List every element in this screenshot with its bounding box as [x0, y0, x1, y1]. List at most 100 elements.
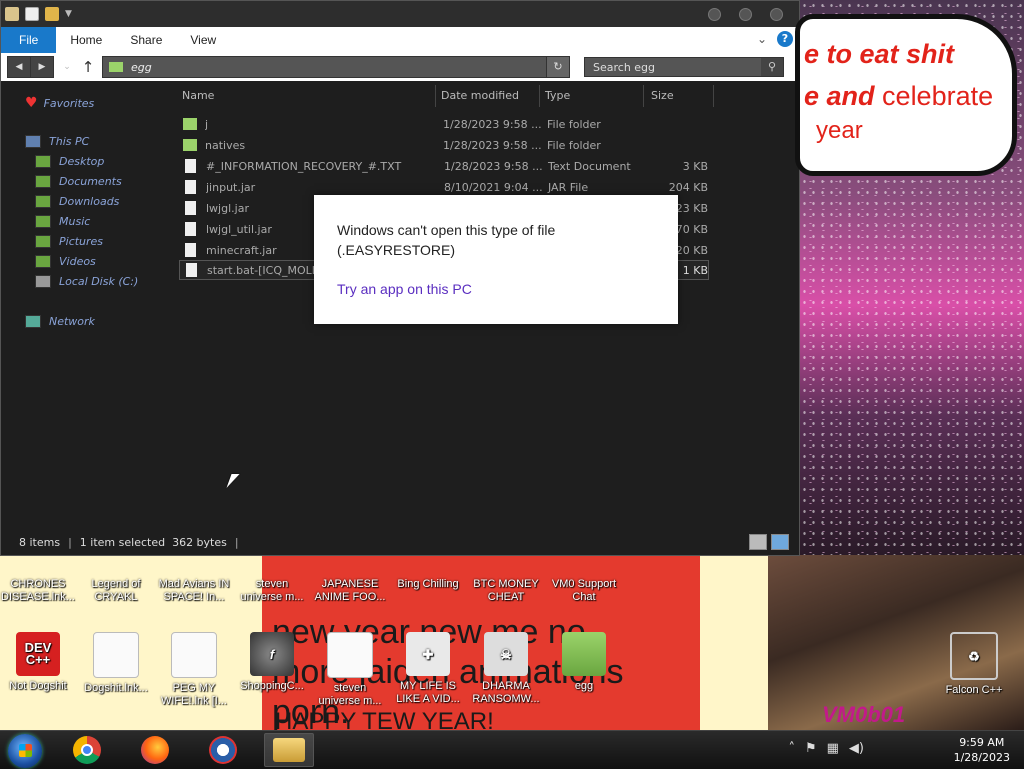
desktop-icon[interactable]: Mad Avians IN SPACE! In... [156, 578, 232, 604]
column-header-size[interactable]: Size [651, 89, 674, 102]
start-button[interactable] [8, 734, 42, 768]
desktop-icon-steven[interactable]: steven universe m... [312, 632, 388, 708]
close-button[interactable] [770, 7, 783, 21]
document-icon [185, 222, 196, 236]
file-row[interactable]: jinput.jar 8/10/2021 9:04 ... JAR File 2… [179, 177, 709, 197]
obama-logo-icon [209, 736, 237, 764]
tab-view[interactable]: View [176, 27, 230, 53]
address-bar[interactable]: egg ↻ [102, 56, 570, 78]
column-divider[interactable] [713, 85, 714, 107]
desktop-icon-label: VM0 Support Chat [551, 578, 617, 603]
column-divider[interactable] [539, 85, 540, 107]
taskbar-file-explorer[interactable] [264, 733, 314, 767]
firefox-icon [141, 736, 169, 764]
refresh-button[interactable]: ↻ [546, 57, 569, 77]
file-row[interactable]: natives 1/28/2023 9:58 ... File folder [179, 135, 709, 155]
desktop-icon[interactable]: CHRONES DISEASE.lnk... [0, 578, 76, 604]
desktop-icon-falcon[interactable]: ♻ Falcon C++ [936, 632, 1012, 697]
search-input[interactable]: Search egg ⚲ [584, 57, 784, 77]
properties-icon[interactable] [25, 7, 39, 21]
ribbon-tabs: File Home Share View ⌄ ? [1, 27, 799, 53]
address-text: egg [131, 60, 152, 74]
desktop-icon-dogshit[interactable]: Dogshit.lnk... [78, 632, 154, 695]
desktop-icon-label: Dogshit.lnk... [84, 682, 148, 694]
document-icon [185, 201, 196, 215]
help-icon[interactable]: ? [777, 31, 793, 47]
search-icon[interactable]: ⚲ [761, 58, 783, 76]
desktop-icon-label: Not Dogshit [9, 680, 67, 692]
column-header-name[interactable]: Name [182, 89, 214, 102]
nav-favorites[interactable]: ♥ Favorites [25, 95, 94, 111]
status-divider: | [68, 535, 72, 549]
nav-downloads[interactable]: Downloads [35, 195, 119, 208]
file-row[interactable]: #_INFORMATION_RECOVERY_#.TXT 1/28/2023 9… [179, 156, 709, 176]
desktop-icon-shopping[interactable]: f ShoppingC... [234, 632, 310, 693]
maximize-button[interactable] [739, 7, 752, 21]
desktop-icon[interactable]: steven universe m... [234, 578, 310, 604]
desktop-icon-dharma[interactable]: ☠ DHARMA RANSOMW... [468, 632, 544, 706]
desktop-icon-peg[interactable]: PEG MY WIFE!.lnk [I... [156, 632, 232, 708]
new-folder-icon[interactable] [45, 7, 59, 21]
desktop-icon[interactable]: Legend of CRYAKL [78, 578, 154, 604]
try-an-app-link[interactable]: Try an app on this PC [337, 281, 472, 297]
desktop-icon[interactable]: Bing Chilling [390, 578, 466, 591]
tab-share[interactable]: Share [116, 27, 176, 53]
taskbar-obama[interactable] [198, 733, 248, 767]
desktop-icon[interactable]: JAPANESE ANIME FOO... [312, 578, 388, 604]
status-selection: 1 item selected 362 bytes [79, 535, 227, 549]
desktop-icon-my-life[interactable]: ✚ MY LIFE IS LIKE A VID... [390, 632, 466, 706]
recent-locations-button[interactable]: ⌄ [60, 57, 74, 77]
back-button[interactable]: ◀ [7, 56, 31, 78]
nav-this-pc[interactable]: This PC [25, 135, 89, 148]
document-icon [327, 632, 373, 678]
up-button[interactable]: ↑ [80, 58, 96, 76]
taskbar: ˄ ⚑ ▦ ◀) 9:59 AM 1/28/2023 [0, 730, 1024, 769]
search-placeholder: Search egg [593, 60, 656, 74]
folder-icon [562, 632, 606, 676]
wallpaper-red-text-2: HAPPY TEW YEAR! [275, 708, 494, 730]
navigation-pane: ♥ Favorites This PC Desktop Documents Dow… [1, 83, 171, 529]
nav-music[interactable]: Music [35, 215, 90, 228]
nav-videos[interactable]: Videos [35, 255, 96, 268]
forward-button[interactable]: ▶ [30, 56, 54, 78]
volume-icon[interactable]: ◀) [849, 741, 864, 756]
desktop-icon[interactable]: VM0 Support Chat [546, 578, 622, 604]
desktop-icon-egg[interactable]: egg [546, 632, 622, 693]
chevron-down-icon[interactable]: ⌄ [757, 32, 767, 46]
column-divider[interactable] [643, 85, 644, 107]
disk-icon [35, 275, 51, 288]
nav-pictures[interactable]: Pictures [35, 235, 103, 248]
column-header-date[interactable]: Date modified [441, 89, 519, 102]
tab-file[interactable]: File [1, 27, 57, 53]
desktop-icon[interactable]: BTC MONEY CHEAT [468, 578, 544, 604]
large-icons-view-button[interactable] [771, 534, 789, 550]
column-divider[interactable] [435, 85, 436, 107]
folder-icon [183, 139, 197, 151]
clock[interactable]: 9:59 AM 1/28/2023 [954, 735, 1010, 765]
flag-icon[interactable]: ⚑ [805, 741, 817, 756]
clock-time: 9:59 AM [959, 736, 1005, 749]
title-bar[interactable]: ▼ [1, 1, 799, 27]
nav-network[interactable]: Network [25, 315, 95, 328]
network-icon [25, 315, 41, 328]
folder-icon [183, 118, 197, 130]
status-item-count: 8 items [19, 535, 61, 549]
nav-local-disk[interactable]: Local Disk (C:) [35, 275, 138, 288]
document-icon [171, 632, 217, 678]
bubble-text-1: e to eat shit [804, 39, 955, 69]
taskbar-firefox[interactable] [130, 733, 180, 767]
tab-home[interactable]: Home [56, 27, 116, 53]
minimize-button[interactable] [708, 7, 721, 21]
folder-icon [5, 7, 19, 21]
column-header-type[interactable]: Type [545, 89, 570, 102]
nav-desktop[interactable]: Desktop [35, 155, 104, 168]
file-row[interactable]: j 1/28/2023 9:58 ... File folder [179, 114, 709, 134]
details-view-button[interactable] [749, 534, 767, 550]
chevron-up-icon[interactable]: ˄ [788, 741, 795, 756]
chevron-down-icon[interactable]: ▼ [65, 9, 72, 19]
network-icon[interactable]: ▦ [827, 741, 839, 756]
document-icon [185, 180, 196, 194]
desktop-icon-not-dogshit[interactable]: DEV C++ Not Dogshit [0, 632, 76, 693]
taskbar-chrome[interactable] [62, 733, 112, 767]
nav-documents[interactable]: Documents [35, 175, 122, 188]
